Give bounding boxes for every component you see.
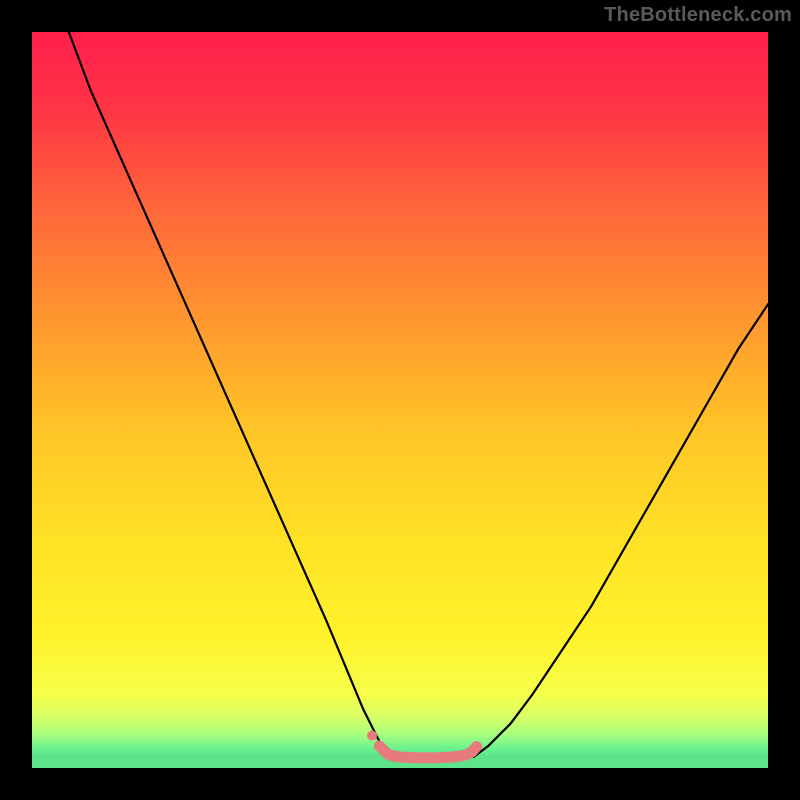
chart-svg bbox=[32, 32, 768, 768]
outer-frame: TheBottleneck.com bbox=[0, 0, 800, 800]
curve-left bbox=[69, 32, 389, 757]
plot-area bbox=[32, 32, 768, 768]
bottom-marker-stroke bbox=[379, 746, 476, 758]
curve-right bbox=[474, 304, 768, 757]
bottom-marker-dot bbox=[367, 731, 377, 741]
bottom-marker-group bbox=[367, 731, 477, 758]
watermark-text: TheBottleneck.com bbox=[604, 4, 792, 27]
